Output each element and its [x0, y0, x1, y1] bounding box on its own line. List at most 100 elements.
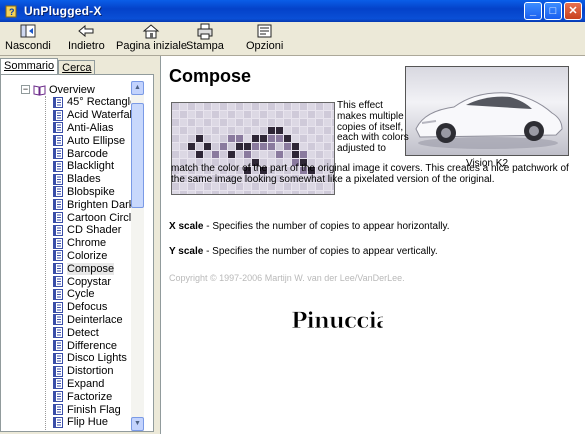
- car-image: [405, 66, 569, 156]
- help-book-icon: ?: [5, 5, 17, 18]
- tree-root-overview[interactable]: − Overview: [21, 83, 95, 96]
- tree-item[interactable]: Expand: [53, 378, 133, 391]
- options-icon: [257, 24, 272, 38]
- tree-item-label: Expand: [67, 377, 105, 390]
- tab-search[interactable]: Cerca: [58, 60, 96, 75]
- tree-item[interactable]: Cartoon Circles: [53, 211, 133, 224]
- tree-item[interactable]: Blobspike: [53, 186, 133, 199]
- tree-item-label: Distortion: [67, 365, 114, 378]
- help-page-icon: [53, 301, 63, 313]
- help-page-icon: [53, 288, 63, 300]
- tree-item[interactable]: Factorize: [53, 390, 133, 403]
- help-page-icon: [53, 365, 63, 377]
- help-page-icon: [53, 212, 63, 224]
- tree-item-label: Blacklight: [67, 160, 115, 173]
- tree-item[interactable]: Colorize: [53, 250, 133, 263]
- help-page-icon: [53, 199, 63, 211]
- tree-item[interactable]: CD Shader: [53, 224, 133, 237]
- tree-item[interactable]: Disco Lights: [53, 352, 133, 365]
- tree-item[interactable]: Brighten Dark: [53, 198, 133, 211]
- tree-item[interactable]: 45° Rectangle: [53, 96, 133, 109]
- close-button[interactable]: ✕: [564, 2, 582, 20]
- tree-item[interactable]: Anti-Alias: [53, 122, 133, 135]
- tree-item-label: Cycle: [67, 288, 95, 301]
- help-page-icon: [53, 148, 63, 160]
- hide-button[interactable]: Nascondi: [5, 23, 51, 52]
- help-page-icon: [53, 314, 63, 326]
- minimize-button[interactable]: _: [524, 2, 542, 20]
- help-page-icon: [53, 186, 63, 198]
- scroll-up-icon[interactable]: ▲: [131, 81, 144, 95]
- tree-item-label: Brighten Dark: [67, 198, 133, 211]
- back-button[interactable]: Indietro: [68, 23, 105, 52]
- tree-item-label: Detect: [67, 326, 99, 339]
- tree-item[interactable]: Detect: [53, 326, 133, 339]
- print-button[interactable]: Stampa: [186, 23, 224, 52]
- home-button[interactable]: Pagina iniziale: [116, 23, 187, 52]
- toolbar: Nascondi Indietro Pagina iniziale Stampa…: [0, 22, 585, 56]
- scroll-down-icon[interactable]: ▼: [131, 417, 144, 431]
- copyright-notice: Copyright © 1997-2006 Martijn W. van der…: [169, 273, 405, 283]
- tree-item-label: Defocus: [67, 301, 108, 314]
- tree-item-label: Finish Flag: [67, 403, 121, 416]
- help-page-icon: [53, 237, 63, 249]
- topic-content: Compose Vision K2 This effect makes mult…: [160, 56, 585, 434]
- back-arrow-icon: [78, 24, 94, 38]
- tree-root-label: Overview: [49, 83, 95, 96]
- help-page-icon: [53, 352, 63, 364]
- help-page-icon: [53, 250, 63, 262]
- tree-item[interactable]: Distortion: [53, 365, 133, 378]
- tree-item-label: Difference: [67, 339, 117, 352]
- tree-item[interactable]: Compose: [53, 262, 133, 275]
- help-page-icon: [53, 276, 63, 288]
- tree-item[interactable]: Defocus: [53, 301, 133, 314]
- tree-item[interactable]: Difference: [53, 339, 133, 352]
- tree-item-label: Disco Lights: [67, 352, 127, 365]
- tree-item-label: Factorize: [67, 390, 113, 403]
- help-page-icon: [53, 224, 63, 236]
- page-title: Compose: [169, 66, 252, 86]
- home-icon: [143, 24, 160, 39]
- tree-scrollbar[interactable]: ▲ ▼: [131, 81, 144, 431]
- tree-item[interactable]: Chrome: [53, 237, 133, 250]
- tree-item[interactable]: Acid Waterfall: [53, 109, 133, 122]
- tree-item-label: Acid Waterfall: [67, 109, 133, 122]
- tree-item[interactable]: Cycle: [53, 288, 133, 301]
- scroll-thumb[interactable]: [131, 103, 144, 208]
- tree-item-label: Copystar: [67, 275, 112, 288]
- options-button[interactable]: Opzioni: [246, 23, 283, 52]
- tree-item[interactable]: Blades: [53, 173, 133, 186]
- collapse-icon[interactable]: −: [21, 85, 30, 94]
- contents-tree: − Overview 45° Rectangle Acid Waterfall An…: [5, 81, 133, 431]
- title-bar[interactable]: ? UnPlugged-X _ □ ✕: [0, 0, 585, 22]
- tree-item-label: 45° Rectangle: [67, 96, 133, 109]
- tree-item-label: Deinterlace: [67, 313, 123, 326]
- effect-description-continued: match the color of the part of the origi…: [171, 163, 569, 185]
- tree-item[interactable]: Copystar: [53, 275, 133, 288]
- tree-item-label: Compose: [67, 262, 115, 275]
- tab-contents[interactable]: Sommario: [0, 58, 59, 75]
- printer-icon: [197, 23, 213, 40]
- tree-item[interactable]: Finish Flag: [53, 403, 133, 416]
- tree-item[interactable]: Auto Ellipse: [53, 134, 133, 147]
- tree-item[interactable]: Deinterlace: [53, 314, 133, 327]
- maximize-button[interactable]: □: [544, 2, 562, 20]
- help-page-icon: [53, 327, 63, 339]
- tree-item-label: Flip Hue: [67, 416, 108, 429]
- help-page-icon: [53, 160, 63, 172]
- tree-item-label: Auto Ellipse: [67, 134, 126, 147]
- tree-item[interactable]: Barcode: [53, 147, 133, 160]
- open-book-icon: [33, 84, 46, 96]
- signature-watermark: Pinuccia: [287, 302, 392, 339]
- help-page-icon: [53, 416, 63, 428]
- help-page-icon: [53, 173, 63, 185]
- tree-guide-line: [45, 96, 46, 431]
- tree-item[interactable]: Blacklight: [53, 160, 133, 173]
- tab-strip: Sommario Cerca: [0, 58, 96, 75]
- param-x-scale: X scale - Specifies the number of copies…: [169, 221, 450, 232]
- help-page-icon: [53, 391, 63, 403]
- svg-text:?: ?: [9, 7, 15, 17]
- tree-item[interactable]: Flip Hue: [53, 416, 133, 429]
- help-page-icon: [53, 340, 63, 352]
- tree-item-list: 45° Rectangle Acid Waterfall Anti-Alias Aut…: [53, 96, 133, 429]
